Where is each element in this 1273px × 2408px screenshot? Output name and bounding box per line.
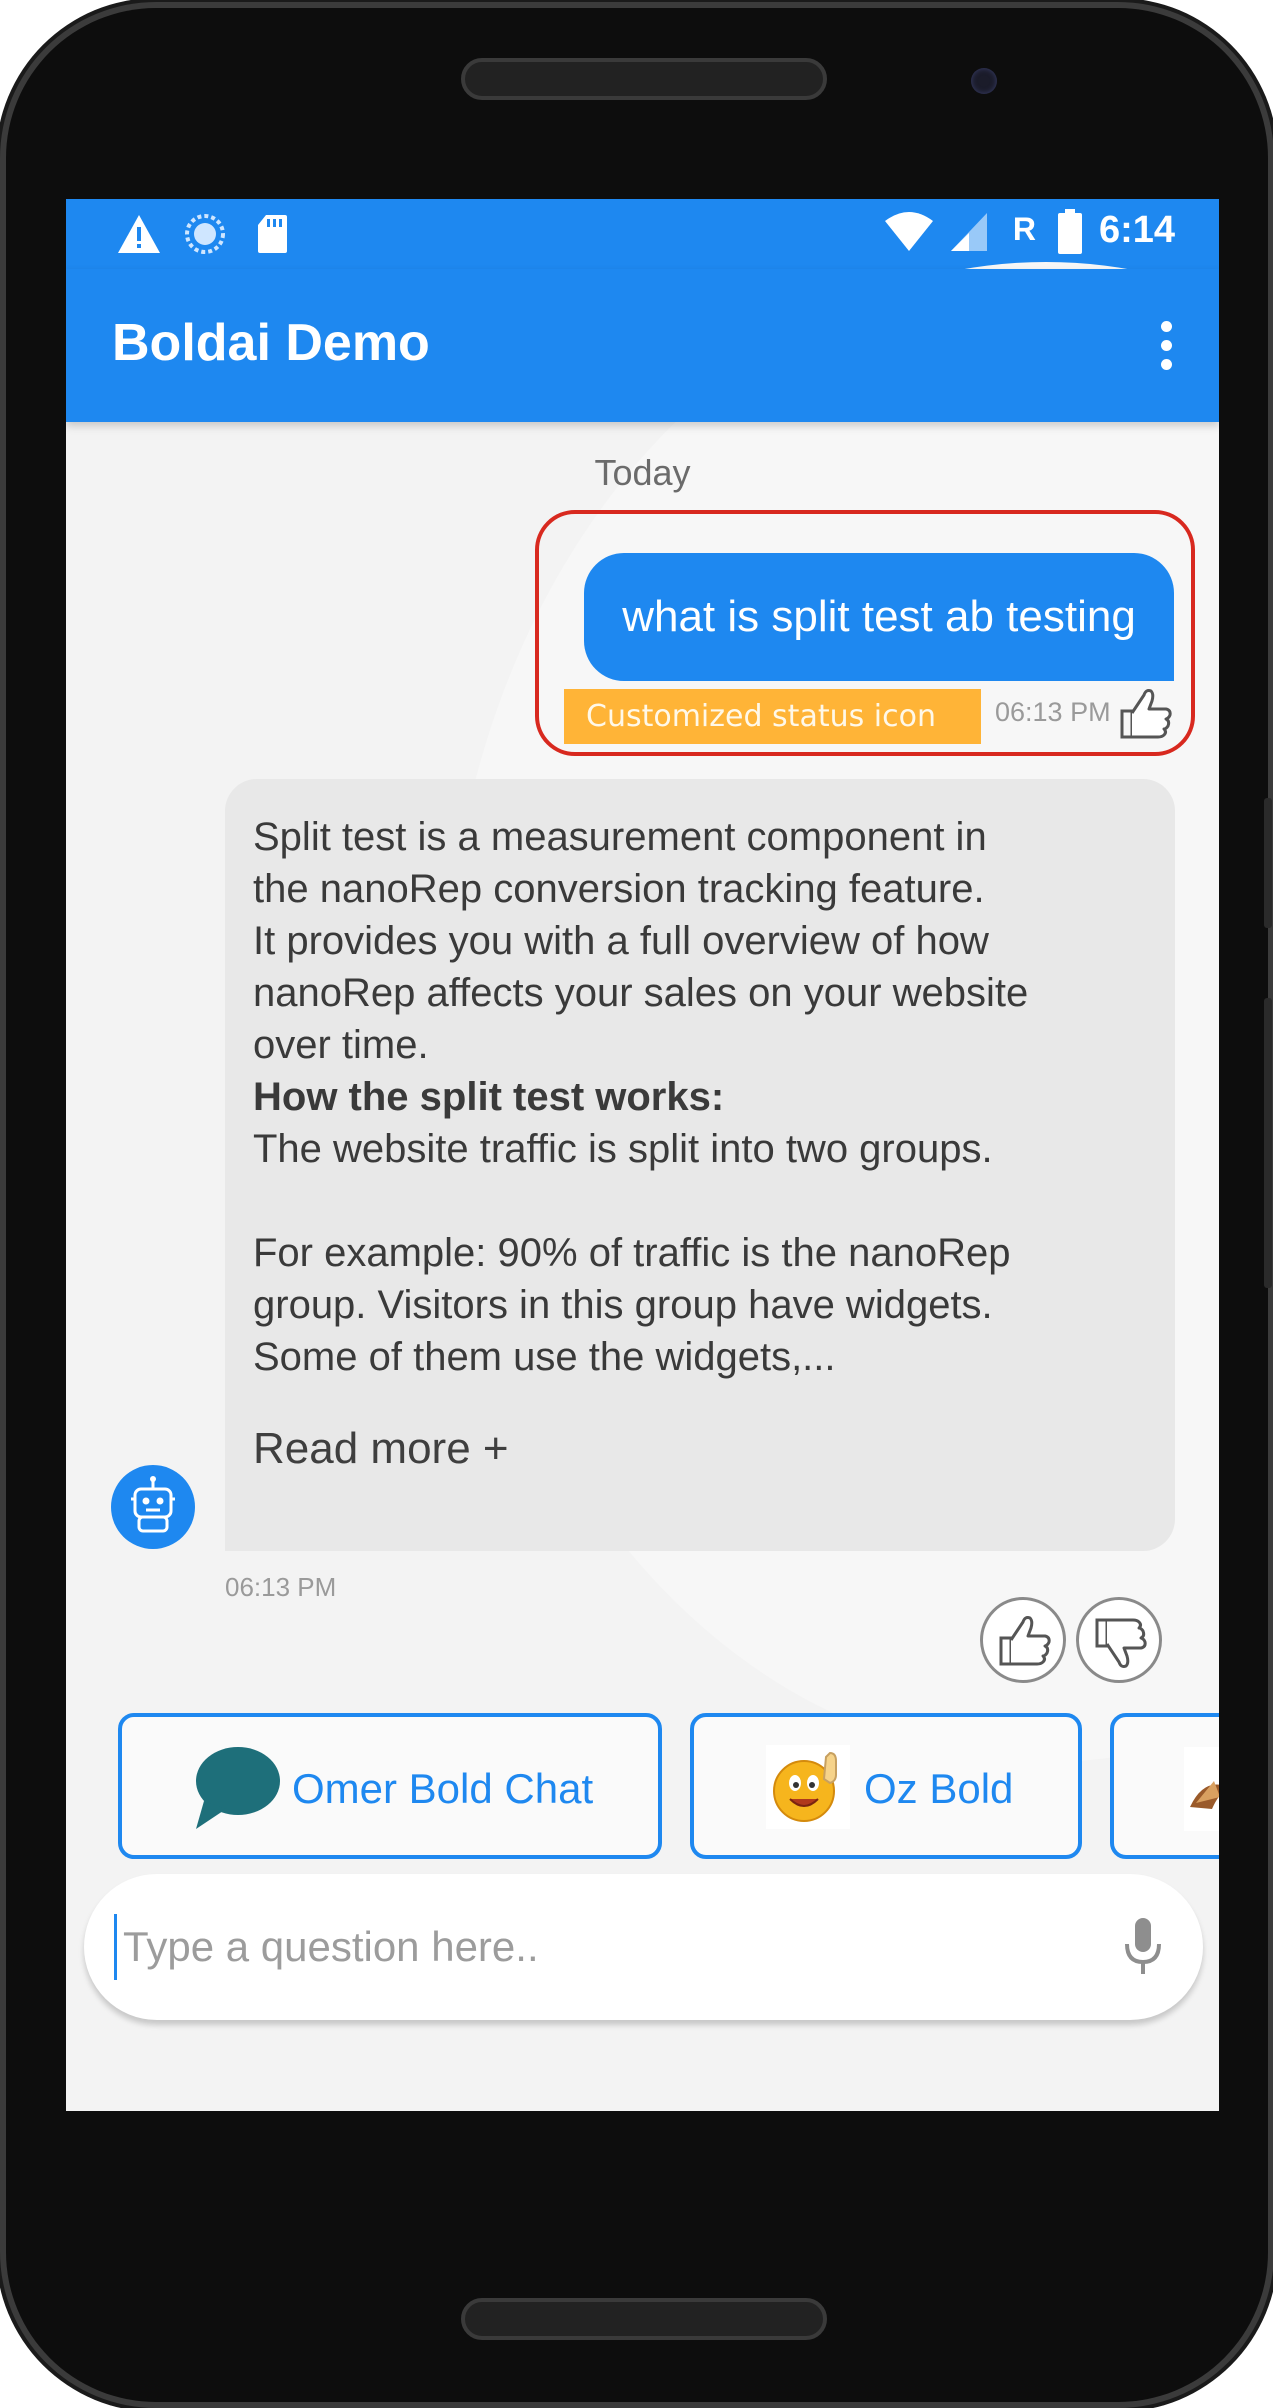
message-input-bar: [84, 1874, 1203, 2020]
bot-message-bubble: Split test is a measurement component in…: [225, 779, 1175, 1551]
quick-reply-partial[interactable]: [1110, 1713, 1219, 1859]
earpiece-speaker: [461, 58, 827, 100]
user-message-time: 06:13 PM: [995, 697, 1111, 727]
robot-icon: [111, 1465, 195, 1549]
thumbs-up-outline-icon: [1118, 685, 1174, 741]
bot-message-heading: How the split test works:: [253, 1075, 725, 1119]
wifi-icon: [884, 211, 934, 257]
warning-icon: [116, 213, 162, 259]
chat-area[interactable]: Today what is split test ab testing Cust…: [66, 262, 1219, 2111]
quick-reply-oz-bold[interactable]: Oz Bold: [690, 1713, 1082, 1859]
bottom-speaker: [461, 2298, 827, 2340]
quick-reply-omer-bold-chat[interactable]: Omer Bold Chat: [118, 1713, 662, 1859]
user-message-bubble[interactable]: what is split test ab testing: [584, 553, 1174, 681]
bot-message-line: over time.: [253, 1023, 429, 1067]
bird-icon: [1184, 1747, 1219, 1835]
side-button-volume: [1264, 998, 1272, 1288]
bot-message-line: the nanoRep conversion tracking feature.: [253, 867, 985, 911]
app-bar: Boldai Demo: [66, 269, 1219, 422]
quick-reply-label: Oz Bold: [864, 1765, 1014, 1812]
device-screen: R 6:14 Boldai Demo Today what is split t…: [66, 199, 1219, 2111]
bot-message-line: For example: 90% of traffic is the nanoR…: [253, 1231, 1011, 1275]
side-button-power: [1264, 798, 1272, 928]
app-title: Boldai Demo: [112, 314, 430, 372]
bot-message-time: 06:13 PM: [225, 1572, 337, 1602]
sync-icon: [184, 213, 226, 259]
speech-bubble-icon: [192, 1743, 282, 1837]
quick-reply-label: Omer Bold Chat: [292, 1765, 594, 1812]
overflow-menu-icon[interactable]: [1159, 321, 1173, 371]
sd-card-icon: [256, 213, 288, 259]
phone-frame: R 6:14 Boldai Demo Today what is split t…: [6, 8, 1272, 2402]
date-separator: Today: [594, 452, 691, 493]
bot-message-line: Split test is a measurement component in: [253, 815, 987, 859]
bot-message-line: nanoRep affects your sales on your websi…: [253, 971, 1029, 1015]
question-input[interactable]: [114, 1914, 1064, 1980]
read-more-link[interactable]: Read more +: [253, 1423, 509, 1475]
bot-message-line: group. Visitors in this group have widge…: [253, 1283, 993, 1327]
battery-icon: [1057, 209, 1083, 259]
microphone-icon[interactable]: [1123, 1916, 1163, 1978]
status-bar: R 6:14: [66, 199, 1219, 269]
cell-signal-icon: [949, 211, 989, 257]
front-camera: [971, 68, 997, 94]
status-badge: Customized status icon: [564, 689, 981, 744]
status-time: 6:14: [1098, 209, 1175, 251]
waving-smiley-icon: [766, 1745, 850, 1833]
bot-message-line: Some of them use the widgets,...: [253, 1335, 836, 1379]
network-type-label: R: [1012, 211, 1036, 247]
bot-message-line: The website traffic is split into two gr…: [253, 1127, 993, 1171]
bot-message-line: It provides you with a full overview of …: [253, 919, 989, 963]
thumbs-down-icon: [1093, 1616, 1149, 1676]
thumbs-up-button[interactable]: [980, 1597, 1066, 1683]
thumbs-up-icon: [997, 1612, 1053, 1672]
thumbs-down-button[interactable]: [1076, 1597, 1162, 1683]
